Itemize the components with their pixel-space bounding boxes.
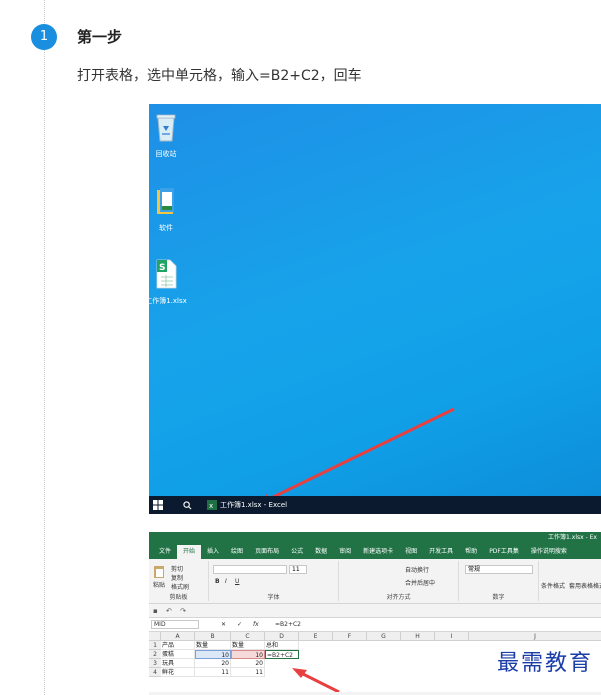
insert-function-icon[interactable]: fx: [253, 621, 259, 628]
styles-group: 条件格式 套用表格格式: [539, 561, 601, 601]
formula-input[interactable]: =B2+C2: [275, 621, 301, 628]
save-icon[interactable]: ▪: [153, 607, 158, 615]
taskbar: x 工作簿1.xlsx - Excel: [149, 496, 601, 514]
number-format-select[interactable]: 常规: [465, 565, 533, 574]
paste-button[interactable]: 粘贴: [153, 564, 165, 589]
taskbar-app-label: 工作簿1.xlsx - Excel: [220, 501, 288, 509]
font-group: 11 B I U 字体: [209, 561, 339, 601]
font-family-select[interactable]: [213, 565, 287, 574]
number-group-label: 数字: [492, 594, 505, 601]
desktop-screenshot: 回收站 软件 S 工作簿1.xlsx x 工作簿1.xlsx - Excel: [149, 104, 601, 514]
alignment-group-label: 对齐方式: [386, 594, 411, 601]
menu-page-layout[interactable]: 页面布局: [249, 545, 285, 559]
cut-button[interactable]: 剪切: [171, 564, 183, 573]
italic-button[interactable]: I: [225, 578, 227, 585]
menu-draw[interactable]: 绘图: [225, 545, 249, 559]
menu-file[interactable]: 文件: [153, 545, 177, 559]
confirm-formula-icon[interactable]: ✓: [237, 621, 242, 628]
menu-tell-me[interactable]: 操作说明搜索: [525, 545, 573, 559]
menu-help[interactable]: 帮助: [459, 545, 483, 559]
conditional-format-button[interactable]: 条件格式: [541, 581, 565, 590]
menu-pdf-tools[interactable]: PDF工具集: [483, 545, 525, 559]
menu-insert[interactable]: 插入: [201, 545, 225, 559]
underline-button[interactable]: U: [235, 578, 239, 585]
excel-icon: x: [207, 500, 217, 510]
number-group: 常规 数字: [459, 561, 539, 601]
menu-home[interactable]: 开始: [177, 545, 202, 559]
clipboard-group: 粘贴 剪切 复制 格式刷 剪贴板: [149, 561, 209, 601]
step-number-badge: 1: [31, 24, 57, 50]
pointer-arrow-annotation: [253, 407, 455, 507]
menu-view[interactable]: 视图: [399, 545, 423, 559]
wrap-text-button[interactable]: 自动换行: [405, 565, 429, 574]
menu-review[interactable]: 审阅: [333, 545, 357, 559]
ribbon: 粘贴 剪切 复制 格式刷 剪贴板 11 B I U 字体 自动换行 合并后居中 …: [149, 559, 601, 604]
search-icon: [183, 500, 192, 509]
menu-data[interactable]: 数据: [309, 545, 333, 559]
excel-menu-bar: 文件 开始 插入 绘图 页面布局 公式 数据 审阅 新建选项卡 视图 开发工具 …: [149, 543, 601, 559]
paste-icon: [154, 566, 164, 578]
windows-start-button[interactable]: [153, 496, 163, 514]
step-title: 第一步: [77, 28, 123, 46]
name-box[interactable]: MID: [151, 620, 199, 629]
taskbar-excel-app[interactable]: x 工作簿1.xlsx - Excel: [207, 496, 287, 514]
menu-new-tab[interactable]: 新建选项卡: [357, 545, 399, 559]
bold-button[interactable]: B: [215, 578, 220, 585]
excel-title-bar: 工作簿1.xlsx - Ex: [149, 532, 601, 543]
menu-formulas[interactable]: 公式: [285, 545, 309, 559]
redo-icon[interactable]: ↷: [180, 607, 186, 615]
quick-access-toolbar: ▪ ↶ ↷: [149, 604, 601, 618]
table-format-button[interactable]: 套用表格格式: [569, 581, 601, 590]
excel-screenshot: 工作簿1.xlsx - Ex 文件 开始 插入 绘图 页面布局 公式 数据 审阅…: [149, 532, 601, 695]
font-group-label: 字体: [267, 594, 280, 601]
paste-label: 粘贴: [153, 582, 166, 589]
windows-logo-icon: [153, 500, 163, 510]
copy-button[interactable]: 复制: [171, 573, 183, 582]
undo-icon[interactable]: ↶: [166, 607, 172, 615]
merge-center-button[interactable]: 合并后居中: [405, 578, 435, 587]
step-instruction: 打开表格，选中单元格，输入=B2+C2，回车: [77, 68, 362, 84]
tutorial-page: 1 第一步 打开表格，选中单元格，输入=B2+C2，回车 回收站 软件 S 工作…: [0, 0, 601, 695]
clipboard-group-label: 剪贴板: [169, 594, 188, 601]
timeline-line: [44, 0, 45, 695]
font-size-select[interactable]: 11: [289, 565, 307, 574]
watermark-logo: 最需教育: [496, 651, 593, 676]
taskbar-search-button[interactable]: [183, 496, 192, 514]
cancel-formula-icon[interactable]: ✕: [221, 621, 226, 628]
alignment-group: 自动换行 合并后居中 对齐方式: [339, 561, 459, 601]
format-painter-button[interactable]: 格式刷: [171, 582, 189, 591]
menu-developer[interactable]: 开发工具: [423, 545, 459, 559]
formula-bar: MID ✕ ✓ fx =B2+C2: [149, 618, 601, 632]
svg-text:x: x: [209, 502, 213, 510]
